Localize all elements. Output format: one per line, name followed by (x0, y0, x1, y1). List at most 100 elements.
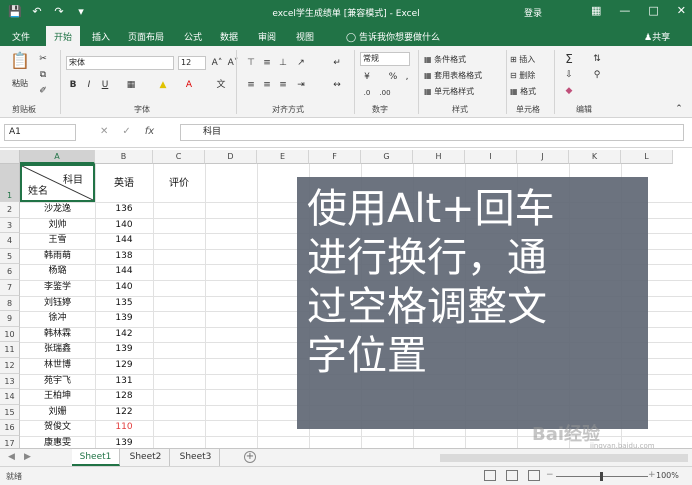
orientation-icon[interactable]: ↗ (294, 56, 308, 70)
column-header-i[interactable]: I (465, 150, 517, 164)
paste-icon[interactable]: 📋 (10, 53, 30, 76)
align-bottom-icon[interactable]: ⊥ (276, 56, 290, 70)
decrease-font-icon[interactable]: A˅ (226, 56, 240, 70)
cell-name[interactable]: 刘姗 (20, 405, 95, 420)
prev-sheet-icon[interactable]: ◀ (8, 452, 15, 462)
delete-cells-button[interactable]: ⊟ 删除 (510, 70, 535, 81)
horizontal-scrollbar[interactable] (440, 454, 688, 462)
increase-decimal-icon[interactable]: .0 (360, 86, 374, 100)
tab-review[interactable]: 审阅 (258, 30, 276, 43)
column-header-j[interactable]: J (517, 150, 569, 164)
zoom-out-icon[interactable]: − (546, 470, 554, 480)
ribbon-display-icon[interactable]: ▦ (591, 4, 601, 17)
cell-name[interactable]: 贺俊文 (20, 420, 95, 435)
align-right-icon[interactable]: ≡ (276, 78, 290, 92)
sheet-tab-2[interactable]: Sheet2 (122, 449, 170, 466)
cell-name[interactable]: 刘钰婷 (20, 296, 95, 311)
tab-data[interactable]: 数据 (220, 30, 238, 43)
row-header-14[interactable]: 14 (0, 389, 20, 405)
maximize-icon[interactable]: □ (648, 4, 658, 17)
row-header-11[interactable]: 11 (0, 342, 20, 358)
wrap-text-icon[interactable]: ↵ (330, 56, 344, 70)
comma-icon[interactable]: , (400, 70, 414, 84)
tell-me-box[interactable]: ◯ 告诉我你想要做什么 (346, 30, 440, 43)
cell-score[interactable]: 139 (95, 342, 153, 357)
column-header-e[interactable]: E (257, 150, 309, 164)
column-header-a[interactable]: A (20, 150, 95, 164)
merge-center-icon[interactable]: ↔ (330, 78, 344, 92)
format-as-table-button[interactable]: ▦ 套用表格格式 (424, 70, 482, 81)
italic-icon[interactable]: I (82, 78, 96, 92)
customize-icon[interactable]: ▾ (74, 5, 88, 19)
cell-name[interactable]: 沙龙逸 (20, 202, 95, 217)
close-icon[interactable]: ✕ (677, 4, 686, 17)
cell-name[interactable]: 徐冲 (20, 311, 95, 326)
number-format-select[interactable]: 常规 (360, 52, 410, 66)
undo-icon[interactable]: ↶ (30, 5, 44, 19)
font-color-icon[interactable]: A (182, 78, 196, 92)
tab-page-layout[interactable]: 页面布局 (128, 30, 164, 43)
sort-filter-icon[interactable]: ⇅ (590, 52, 604, 66)
cell-score[interactable]: 135 (95, 296, 153, 311)
cell-score[interactable]: 140 (95, 218, 153, 233)
tab-view[interactable]: 视图 (296, 30, 314, 43)
column-header-d[interactable]: D (205, 150, 257, 164)
cell-styles-button[interactable]: ▦ 单元格样式 (424, 86, 474, 97)
cell-b1[interactable]: 英语 (95, 176, 153, 191)
page-break-view-icon[interactable] (528, 470, 540, 481)
sheet-tab-1[interactable]: Sheet1 (72, 449, 120, 466)
border-icon[interactable]: ▦ (124, 78, 138, 92)
bold-icon[interactable]: B (66, 78, 80, 92)
indent-icon[interactable]: ⇥ (294, 78, 308, 92)
align-middle-icon[interactable]: ≡ (260, 56, 274, 70)
page-layout-view-icon[interactable] (506, 470, 518, 481)
cancel-icon[interactable]: ✕ (100, 126, 108, 137)
format-painter-icon[interactable]: ✐ (36, 84, 50, 98)
phonetic-icon[interactable]: 文 (214, 78, 228, 92)
font-name-select[interactable]: 宋体 (66, 56, 174, 70)
autosum-icon[interactable]: Σ (562, 52, 576, 66)
underline-icon[interactable]: U (98, 78, 112, 92)
row-header-7[interactable]: 7 (0, 280, 20, 296)
cell-score[interactable]: 138 (95, 249, 153, 264)
row-header-1[interactable]: 1 (0, 164, 20, 202)
cell-score[interactable]: 140 (95, 280, 153, 295)
cell-a1-selected[interactable]: 科目 姓名 (20, 164, 95, 202)
collapse-ribbon-icon[interactable]: ⌃ (672, 102, 686, 116)
add-sheet-icon[interactable]: + (244, 451, 256, 463)
cell-name[interactable]: 王柏坤 (20, 389, 95, 404)
enter-icon[interactable]: ✓ (122, 126, 130, 137)
cell-name[interactable]: 林世博 (20, 358, 95, 373)
copy-icon[interactable]: ⧉ (36, 68, 50, 82)
column-header-f[interactable]: F (309, 150, 361, 164)
row-header-3[interactable]: 3 (0, 217, 20, 234)
insert-cells-button[interactable]: ⊞ 插入 (510, 54, 535, 65)
cell-name[interactable]: 李鉴学 (20, 280, 95, 295)
cell-c1[interactable]: 评价 (153, 176, 205, 191)
column-header-h[interactable]: H (413, 150, 465, 164)
percent-icon[interactable]: % (386, 70, 400, 84)
column-header-b[interactable]: B (95, 150, 153, 164)
cell-score[interactable]: 139 (95, 311, 153, 326)
clear-icon[interactable]: ◆ (562, 84, 576, 98)
row-header-9[interactable]: 9 (0, 311, 20, 327)
tab-file[interactable]: 文件 (12, 30, 30, 43)
minimize-icon[interactable]: — (619, 4, 630, 17)
align-top-icon[interactable]: ⊤ (244, 56, 258, 70)
share-button[interactable]: ♟共享 (644, 30, 670, 43)
increase-font-icon[interactable]: A˄ (210, 56, 224, 70)
row-header-16[interactable]: 16 (0, 420, 20, 436)
cell-score[interactable]: 129 (95, 358, 153, 373)
conditional-format-button[interactable]: ▦ 条件格式 (424, 54, 466, 65)
save-icon[interactable]: 💾 (8, 5, 22, 19)
row-header-2[interactable]: 2 (0, 202, 20, 218)
paste-label[interactable]: 粘贴 (12, 78, 28, 89)
column-header-l[interactable]: L (621, 150, 673, 164)
row-header-5[interactable]: 5 (0, 248, 20, 265)
format-cells-button[interactable]: ▦ 格式 (510, 86, 536, 97)
cut-icon[interactable]: ✂ (36, 52, 50, 66)
cell-score[interactable]: 136 (95, 202, 153, 217)
row-header-6[interactable]: 6 (0, 264, 20, 280)
tab-home[interactable]: 开始 (46, 26, 81, 46)
row-header-12[interactable]: 12 (0, 358, 20, 374)
